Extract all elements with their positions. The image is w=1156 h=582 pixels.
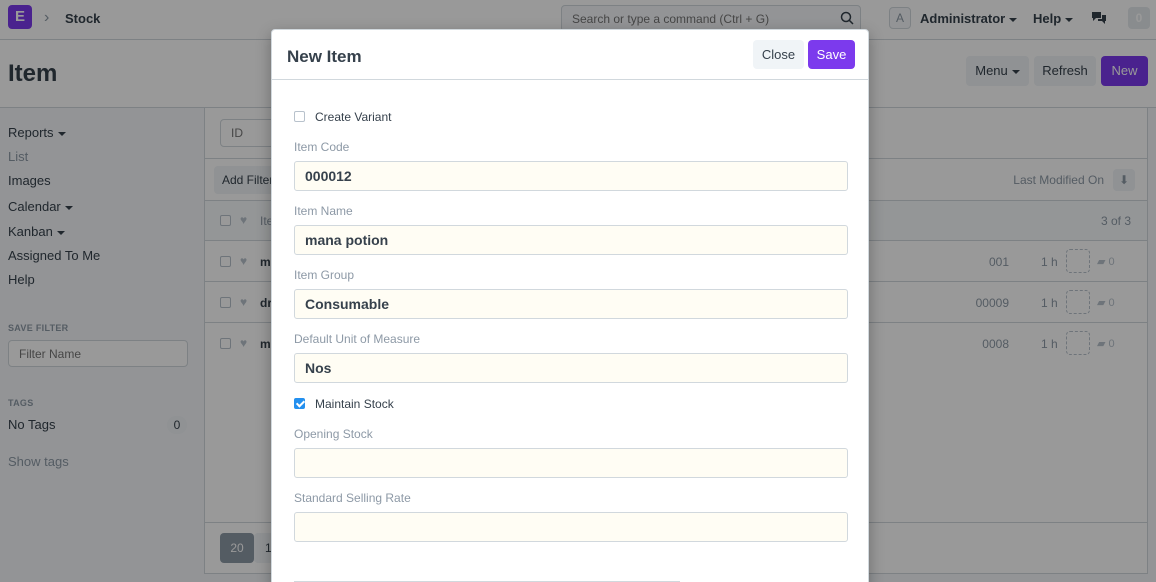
maintain-stock-label[interactable]: Maintain Stock (315, 397, 394, 411)
create-variant-label[interactable]: Create Variant (315, 110, 391, 124)
save-button[interactable]: Save (808, 40, 855, 69)
uom-field[interactable]: Nos (294, 353, 848, 383)
item-name-field[interactable]: mana potion (294, 225, 848, 255)
opening-stock-field[interactable] (294, 448, 848, 478)
item-code-label: Item Code (294, 140, 350, 154)
create-variant-checkbox[interactable] (294, 111, 305, 122)
item-group-label: Item Group (294, 268, 355, 282)
close-button[interactable]: Close (753, 40, 804, 69)
modal-header: New Item Close Save (272, 30, 868, 80)
uom-label: Default Unit of Measure (294, 332, 421, 346)
modal-title: New Item (287, 47, 362, 66)
item-code-field[interactable]: 000012 (294, 161, 848, 191)
item-group-field[interactable]: Consumable (294, 289, 848, 319)
maintain-stock-checkbox[interactable] (294, 398, 305, 409)
new-item-dialog: New Item Close Save Create Variant Item … (271, 29, 869, 582)
selling-rate-field[interactable] (294, 512, 848, 542)
selling-rate-label: Standard Selling Rate (294, 491, 411, 505)
opening-stock-label: Opening Stock (294, 427, 373, 441)
item-name-label: Item Name (294, 204, 353, 218)
